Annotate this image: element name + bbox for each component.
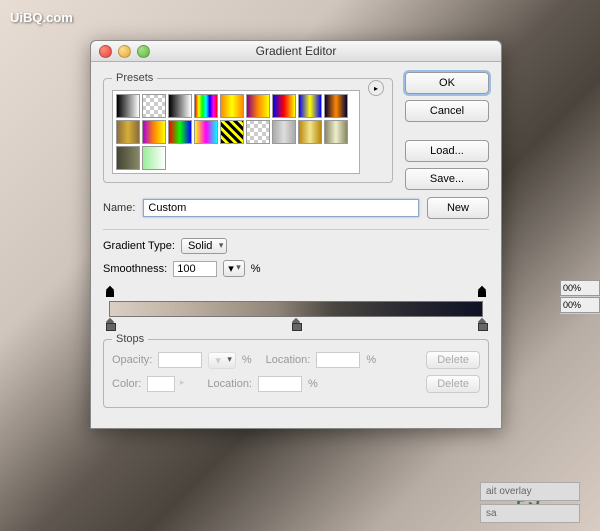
location-label: Location: [207,378,252,390]
gradient-bar[interactable] [103,285,489,331]
delete-color-button: Delete [426,375,480,393]
zoom-icon[interactable] [137,45,150,58]
presets-label: Presets [112,72,157,84]
bottom-panel-fragment: ait overlay sa [480,479,580,523]
fill-fragment: 00% [560,297,600,313]
dialog-titlebar[interactable]: Gradient Editor [91,41,501,62]
gradient-type-select[interactable]: Solid [181,238,227,254]
layer-fragment: ait overlay [480,482,580,501]
preset-swatch[interactable] [168,94,192,118]
opacity-stop-right[interactable] [477,287,487,299]
stops-label: Stops [112,333,148,345]
ok-button[interactable]: OK [405,72,489,94]
preset-swatch[interactable] [246,120,270,144]
preset-swatch[interactable] [142,120,166,144]
preset-swatch[interactable] [116,146,140,170]
opacity-stop-left[interactable] [105,287,115,299]
preset-swatch[interactable] [324,120,348,144]
preset-swatch[interactable] [194,94,218,118]
preset-swatch[interactable] [116,94,140,118]
watermark: UiBQ.com [10,10,73,25]
preset-swatch[interactable] [298,120,322,144]
preset-swatch[interactable] [142,94,166,118]
save-button[interactable]: Save... [405,168,489,190]
separator [103,229,489,230]
right-panel-fragment: 00% 00% [560,280,600,314]
delete-opacity-button: Delete [426,351,480,369]
name-label: Name: [103,202,135,214]
percent-label: % [366,354,376,366]
color-stop-right[interactable] [477,319,487,331]
color-location-input [258,376,302,392]
percent-label: % [251,263,261,275]
gradient-preview[interactable] [109,301,483,317]
close-icon[interactable] [99,45,112,58]
gradient-type-label: Gradient Type: [103,240,175,252]
opacity-input [158,352,202,368]
preset-swatch[interactable] [246,94,270,118]
opacity-stepper: ▾ [208,352,236,369]
color-stop-left[interactable] [105,319,115,331]
presets-group: Presets ▸ [103,72,393,183]
preset-swatch[interactable] [168,120,192,144]
presets-menu-icon[interactable]: ▸ [368,80,384,96]
location-label: Location: [266,354,311,366]
window-controls [99,45,150,58]
preset-swatch[interactable] [324,94,348,118]
preset-swatch[interactable] [272,94,296,118]
layer-fragment: sa [480,504,580,523]
smoothness-stepper[interactable]: ▾ [223,260,245,277]
preset-swatch[interactable] [220,94,244,118]
preset-swatch[interactable] [298,94,322,118]
stops-group: Stops Opacity: ▾ % Location: % Delete Co… [103,333,489,408]
preset-swatch[interactable] [272,120,296,144]
minimize-icon[interactable] [118,45,131,58]
cancel-button[interactable]: Cancel [405,100,489,122]
color-well [147,376,175,392]
load-button[interactable]: Load... [405,140,489,162]
opacity-location-input [316,352,360,368]
preset-swatch[interactable] [142,146,166,170]
name-input[interactable] [143,199,419,217]
smoothness-label: Smoothness: [103,263,167,275]
color-stop-mid[interactable] [291,319,301,331]
preset-swatches [112,90,360,174]
percent-label: % [242,354,252,366]
preset-swatch[interactable] [220,120,244,144]
gradient-editor-dialog: Gradient Editor Presets ▸ OK Cancel Load… [90,40,502,429]
new-button[interactable]: New [427,197,489,219]
smoothness-input[interactable] [173,261,217,277]
opacity-label: Opacity: [112,354,152,366]
preset-swatch[interactable] [194,120,218,144]
dialog-title: Gradient Editor [256,44,337,58]
percent-label: % [308,378,318,390]
color-label: Color: [112,378,141,390]
opacity-fragment: 00% [560,280,600,296]
preset-swatch[interactable] [116,120,140,144]
